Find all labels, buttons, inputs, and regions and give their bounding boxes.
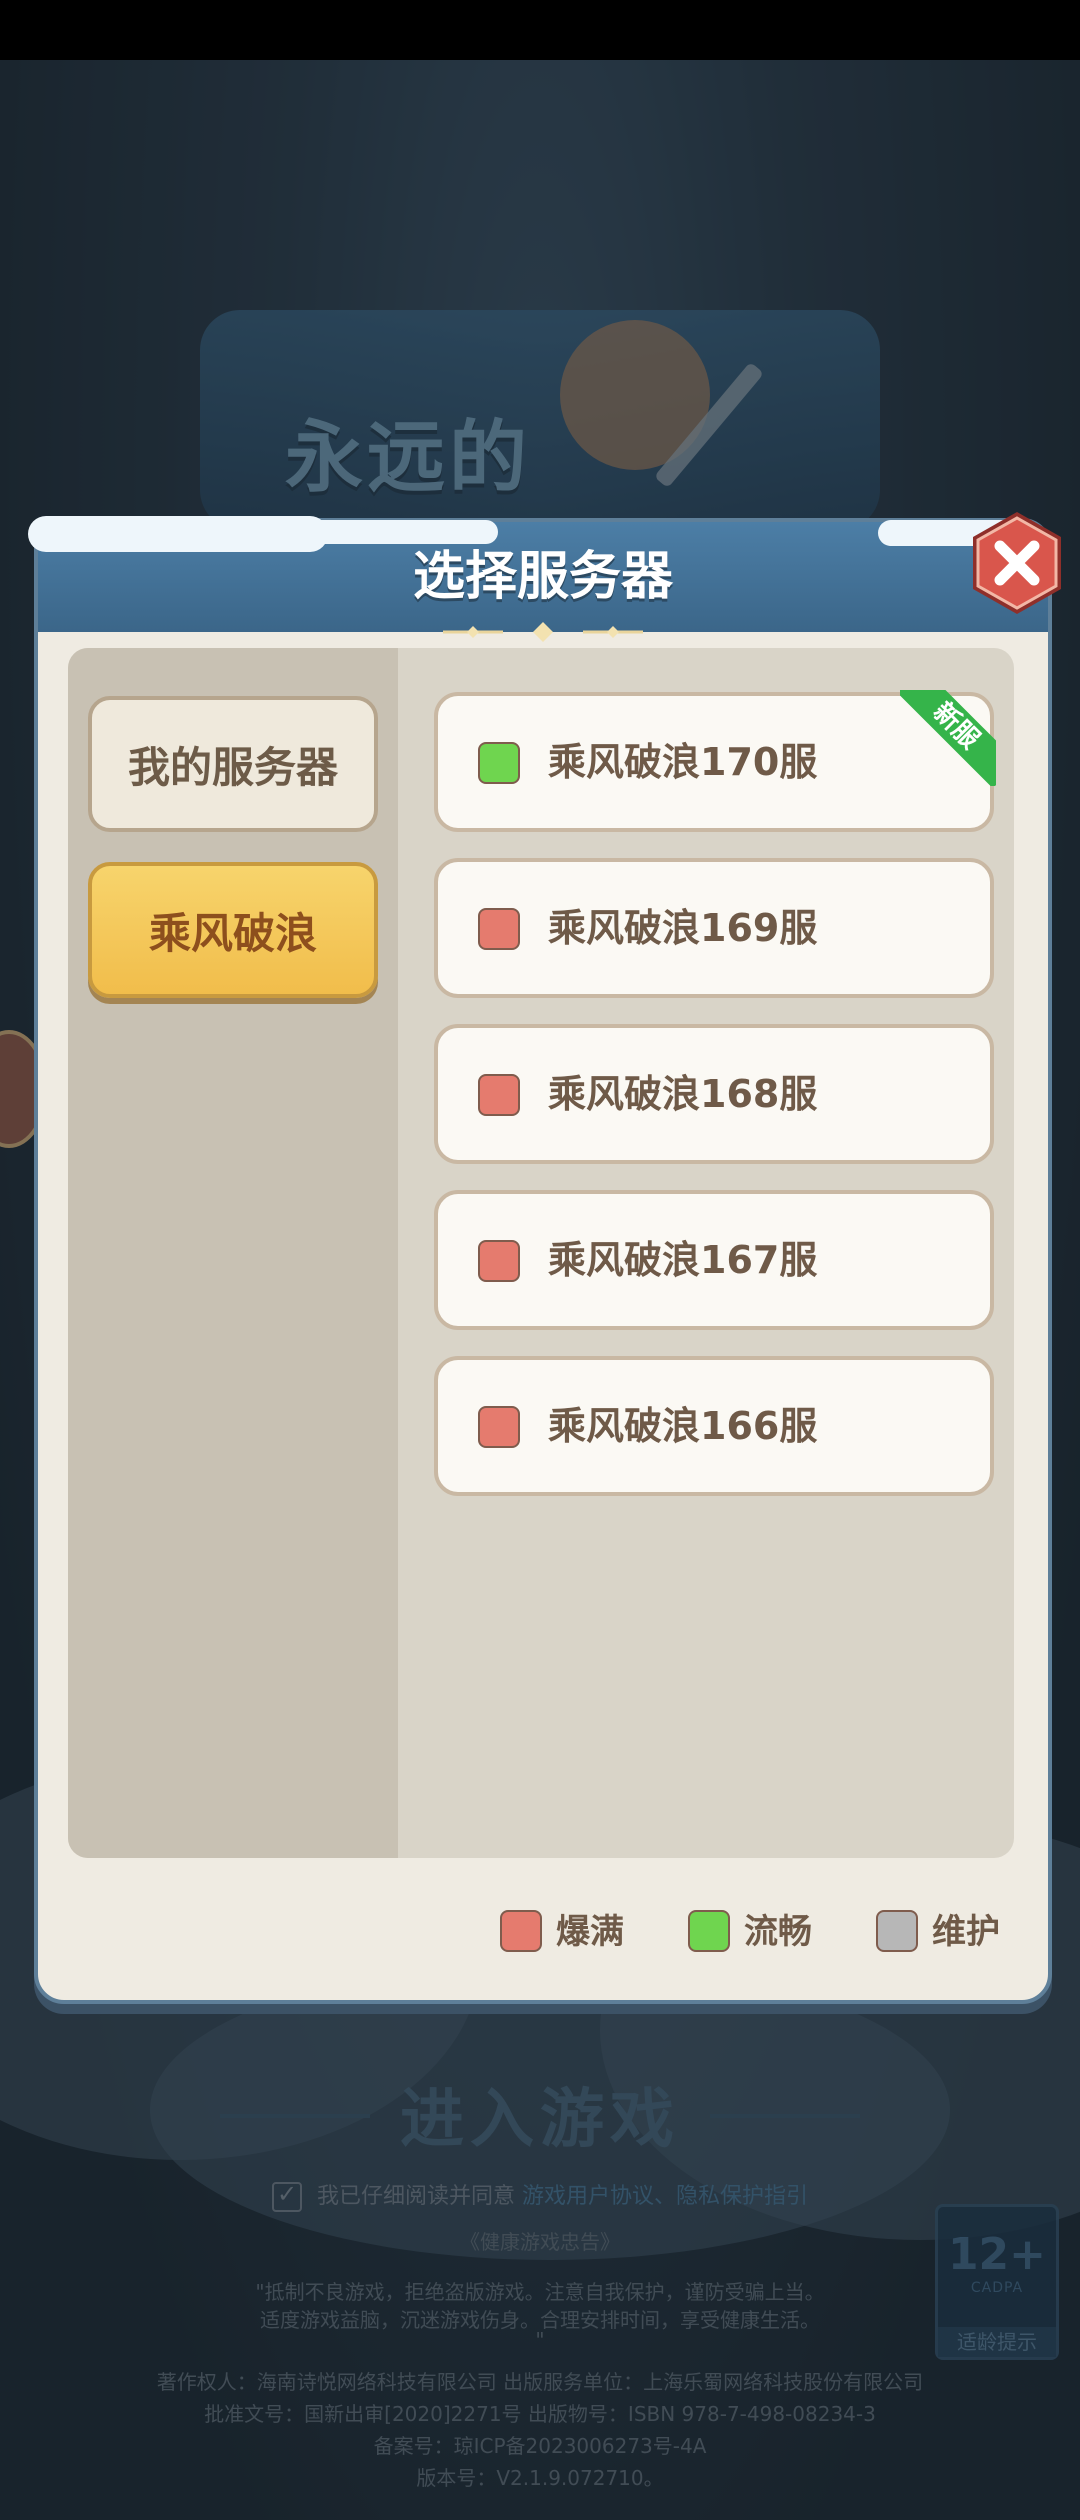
legend-label: 流畅 (744, 1912, 812, 1952)
server-select-dialog: 选择服务器 我的服务器 乘风破浪 乘风破浪170服 新服 乘风破浪169服 乘风… (28, 516, 1052, 2004)
status-indicator (478, 742, 520, 784)
status-indicator (478, 1406, 520, 1448)
new-server-badge: 新服 (900, 690, 996, 786)
status-indicator (478, 1240, 520, 1282)
server-name: 乘风破浪170服 (548, 740, 818, 784)
server-panel: 我的服务器 乘风破浪 乘风破浪170服 新服 乘风破浪169服 乘风破浪168服… (68, 648, 1014, 1858)
status-bar (0, 0, 1080, 60)
server-item[interactable]: 乘风破浪168服 (434, 1024, 994, 1164)
status-legend: 爆满 流畅 维护 (38, 1902, 1048, 1962)
category-chengfengpolang[interactable]: 乘风破浪 (88, 862, 378, 998)
legend-swatch (688, 1910, 730, 1952)
status-indicator (478, 908, 520, 950)
header-ornament-icon (443, 622, 643, 642)
server-item[interactable]: 乘风破浪167服 (434, 1190, 994, 1330)
server-item[interactable]: 乘风破浪169服 (434, 858, 994, 998)
legend-swatch (500, 1910, 542, 1952)
close-icon[interactable] (964, 510, 1070, 616)
category-sidebar: 我的服务器 乘风破浪 (68, 648, 398, 1858)
dialog-title: 选择服务器 (412, 547, 673, 607)
server-item[interactable]: 乘风破浪166服 (434, 1356, 994, 1496)
server-name: 乘风破浪167服 (548, 1238, 818, 1282)
category-my-servers[interactable]: 我的服务器 (88, 696, 378, 832)
server-name: 乘风破浪166服 (548, 1404, 818, 1448)
legend-swatch (876, 1910, 918, 1952)
dialog-header: 选择服务器 (28, 516, 1048, 642)
server-name: 乘风破浪168服 (548, 1072, 818, 1116)
legend-label: 爆满 (556, 1912, 624, 1952)
server-item[interactable]: 乘风破浪170服 新服 (434, 690, 996, 832)
server-name: 乘风破浪169服 (548, 906, 818, 950)
legend-label: 维护 (932, 1912, 1000, 1952)
new-server-ribbon: 新服 (900, 690, 996, 786)
status-indicator (478, 1074, 520, 1116)
